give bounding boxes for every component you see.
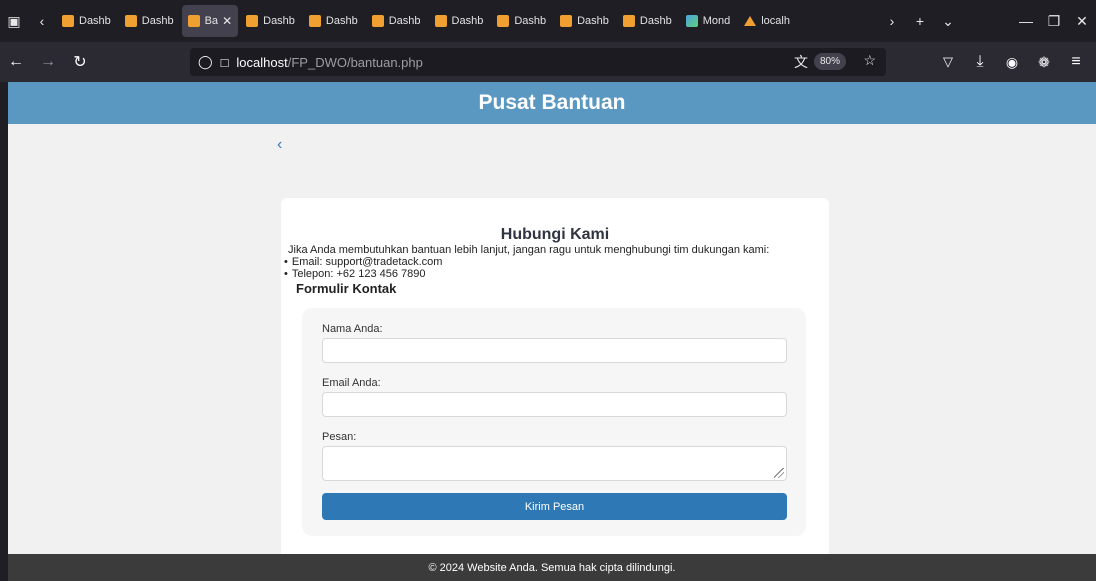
tab-label: Dashb — [577, 15, 609, 27]
form-title: Formulir Kontak — [296, 281, 397, 296]
bookmark-star-icon[interactable]: ☆ — [863, 52, 876, 69]
browser-tab[interactable]: localh — [738, 5, 796, 37]
browser-tab[interactable]: Dashb — [491, 5, 552, 37]
tab-label: Dashb — [79, 15, 111, 27]
zoom-level-badge[interactable]: 80% — [813, 53, 846, 70]
page-viewport: Pusat Bantuan ‹ Hubungi Kami Jika Anda m… — [8, 82, 1096, 581]
tab-label: localh — [761, 15, 790, 27]
pocket-icon[interactable]: ▽ — [932, 46, 964, 78]
browser-tab[interactable]: Dashb — [240, 5, 301, 37]
reload-icon[interactable]: ↻ — [64, 46, 96, 78]
card-title: Hubungi Kami — [500, 226, 610, 243]
xampp-favicon-icon — [124, 15, 137, 27]
list-all-tabs-icon[interactable]: ⌄ — [934, 7, 962, 35]
tab-label: Dashb — [141, 15, 174, 27]
xampp-favicon-icon — [308, 15, 321, 27]
page-footer: © 2024 Website Anda. Semua hak cipta dil… — [8, 554, 1096, 581]
browser-tab[interactable]: Dashb — [56, 5, 117, 37]
tab-label: Ba — [204, 15, 219, 27]
name-input[interactable] — [322, 338, 787, 363]
xampp-favicon-icon — [187, 15, 200, 27]
translate-icon[interactable]: 文 — [794, 52, 808, 72]
contact-form: Nama Anda: Email Anda: Pesan: Kirim Pesa… — [302, 308, 806, 536]
url-path: /FP_DWO/bantuan.php — [287, 54, 423, 70]
tab-overview-icon[interactable]: ▣ — [0, 7, 28, 35]
page-header: Pusat Bantuan — [8, 82, 1096, 124]
shield-icon[interactable]: ◯ — [198, 54, 213, 70]
tab-label: Dashb — [263, 15, 295, 27]
browser-tab[interactable]: Ba ✕ — [181, 5, 239, 37]
browser-tab[interactable]: Dashb — [617, 5, 678, 37]
back-link-chevron-icon[interactable]: ‹ — [277, 136, 282, 154]
tab-strip: ▣ ‹ Dashb Dashb Ba ✕ Dashb Dashb Dashb Dashb Das… — [0, 0, 1096, 42]
tab-label: Dashb — [639, 15, 672, 27]
browser-tab[interactable]: Dashb — [429, 5, 490, 37]
close-window-icon[interactable]: ✕ — [1068, 7, 1096, 35]
close-tab-icon[interactable]: ✕ — [222, 14, 232, 28]
message-label: Pesan: — [322, 431, 357, 443]
intro-text: Jika Anda membutuhkan bantuan lebih lanj… — [288, 244, 770, 256]
tab-label: Dashb — [451, 15, 484, 27]
new-tab-icon[interactable]: + — [906, 7, 934, 35]
tab-label: Dashb — [325, 15, 358, 27]
tab-label: Dashb — [388, 15, 421, 27]
xampp-favicon-icon — [246, 15, 259, 27]
browser-tab[interactable]: Dashb — [303, 5, 364, 37]
app-menu-icon[interactable]: ≡ — [1060, 46, 1092, 78]
monitor-favicon-icon — [685, 15, 698, 27]
xampp-favicon-icon — [497, 15, 510, 27]
name-label: Nama Anda: — [322, 323, 383, 335]
scroll-tabs-left-icon[interactable]: ‹ — [28, 7, 56, 35]
account-icon[interactable]: ◉ — [996, 46, 1028, 78]
xampp-favicon-icon — [560, 15, 573, 27]
minimize-window-icon[interactable]: — — [1012, 7, 1040, 35]
page-icon: □ — [220, 54, 229, 70]
browser-tab[interactable]: Dashb — [119, 5, 180, 37]
message-textarea[interactable] — [322, 446, 787, 481]
email-input[interactable] — [322, 392, 787, 417]
navigation-toolbar: ← → ↻ ◯ □ localhost/FP_DWO/bantuan.php 文… — [0, 42, 1096, 82]
submit-button[interactable]: Kirim Pesan — [322, 493, 787, 520]
scroll-tabs-right-icon[interactable]: › — [878, 7, 906, 35]
xampp-favicon-icon — [434, 15, 447, 27]
browser-tab[interactable]: Dashb — [554, 5, 615, 37]
contact-phone: Telepon: +62 123 456 7890 — [284, 268, 829, 280]
address-bar[interactable]: ◯ □ localhost/FP_DWO/bantuan.php 文 80% ☆ — [190, 48, 886, 76]
restore-window-icon[interactable]: ❐ — [1040, 7, 1068, 35]
tab-label: Mond — [702, 15, 731, 27]
xampp-favicon-icon — [371, 15, 384, 27]
back-icon[interactable]: ← — [0, 46, 32, 78]
xampp-logo-favicon-icon — [744, 16, 757, 26]
resize-grip-icon[interactable] — [774, 468, 784, 478]
url-host: localhost — [236, 54, 288, 70]
downloads-icon[interactable]: ⤓ — [964, 46, 996, 78]
tab-list: Dashb Dashb Ba ✕ Dashb Dashb Dashb Dashb Dashb Da… — [56, 5, 798, 37]
xampp-favicon-icon — [62, 15, 74, 27]
xampp-favicon-icon — [622, 15, 635, 27]
browser-tab[interactable]: Mond — [680, 5, 737, 37]
contact-list: Email: support@tradetack.com Telepon: +6… — [284, 256, 829, 280]
contact-card: Hubungi Kami Jika Anda membutuhkan bantu… — [281, 198, 829, 558]
extensions-icon[interactable]: ❁ — [1028, 46, 1060, 78]
forward-icon[interactable]: → — [32, 46, 64, 78]
browser-tab[interactable]: Dashb — [366, 5, 427, 37]
email-label: Email Anda: — [322, 377, 381, 389]
contact-email: Email: support@tradetack.com — [284, 256, 829, 268]
tab-label: Dashb — [514, 15, 547, 27]
